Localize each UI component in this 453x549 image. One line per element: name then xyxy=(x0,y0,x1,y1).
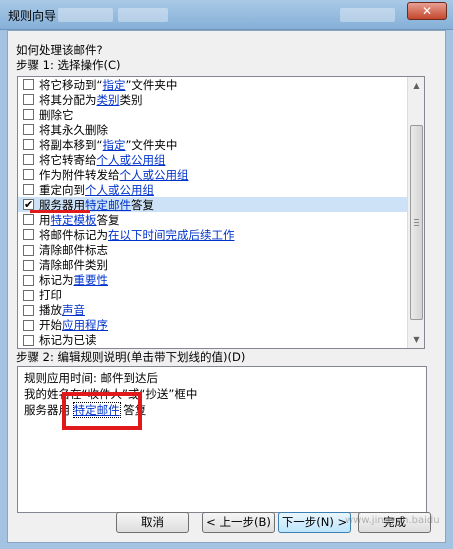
action-text-suffix: ”文件夹中 xyxy=(125,137,178,152)
rule-apply-time: 规则应用时间: 邮件到达后 xyxy=(24,371,159,385)
action-item[interactable]: 将其分配为 类别 类别 xyxy=(18,92,408,107)
action-link[interactable]: 指定 xyxy=(102,77,125,93)
action-text-suffix: 类别 xyxy=(119,92,143,107)
action-text: 标记为已读 xyxy=(39,333,97,348)
action-item[interactable]: 删除它 xyxy=(18,107,408,122)
action-text: 清除邮件标志 xyxy=(39,243,108,258)
scroll-up-icon[interactable]: ▲ xyxy=(408,77,424,94)
action-text: 播放 xyxy=(39,303,62,318)
cancel-button[interactable]: 取消 xyxy=(116,512,189,533)
action-item[interactable]: 将它转寄给 个人或公用组 xyxy=(18,152,408,167)
action-item[interactable]: 将邮件标记为 在以下时间完成后续工作 xyxy=(18,227,408,242)
red-highlight-box xyxy=(62,392,142,430)
action-checkbox[interactable] xyxy=(23,139,34,151)
action-text: 将副本移到“ xyxy=(39,137,103,152)
action-text-suffix: 答复 xyxy=(96,212,120,227)
rule-description-box: 规则应用时间: 邮件到达后 我的姓名在“收件人”或“抄送”框中 服务器用 特定邮… xyxy=(17,366,427,513)
window-frame-right xyxy=(446,30,453,549)
action-item[interactable]: 播放 声音 xyxy=(18,303,408,318)
action-text: 标记为 xyxy=(39,273,74,288)
grip-line xyxy=(414,225,419,226)
action-checkbox[interactable]: ✔ xyxy=(23,199,34,211)
window-title: 规则向导 xyxy=(8,9,57,23)
action-text-suffix: ”文件夹中 xyxy=(125,77,178,92)
action-text: 作为附件转发给 xyxy=(39,167,120,182)
background-title-ghost xyxy=(118,8,168,22)
action-text: 打印 xyxy=(39,288,62,303)
action-item[interactable]: 标记为 重要性 xyxy=(18,273,408,288)
action-item[interactable]: 开始 应用程序 xyxy=(18,318,408,333)
step2-label: 步骤 2: 编辑规则说明(单击带下划线的值)(D) xyxy=(16,350,246,364)
back-button[interactable]: < 上一步(B) xyxy=(202,512,275,533)
action-checkbox[interactable] xyxy=(23,304,34,316)
action-link[interactable]: 个人或公用组 xyxy=(85,182,154,198)
action-link[interactable]: 声音 xyxy=(62,302,85,318)
action-checkbox[interactable] xyxy=(23,319,34,331)
title-bar: 规则向导 ✕ xyxy=(0,0,453,30)
action-checkbox[interactable] xyxy=(23,229,34,241)
action-checkbox[interactable] xyxy=(23,259,34,271)
background-title-ghost xyxy=(58,8,113,22)
action-text-suffix: 答复 xyxy=(131,197,154,212)
window-frame-bottom xyxy=(0,543,453,549)
action-checkbox[interactable] xyxy=(23,109,34,121)
action-link[interactable]: 特定模板 xyxy=(51,212,97,228)
action-item[interactable]: 标记为已读 xyxy=(18,333,408,348)
dialog-body: 如何处理该邮件? 步骤 1: 选择操作(C) 将它移动到“ 指定 ”文件夹中 将其分配… xyxy=(7,30,446,543)
action-item[interactable]: 将副本移到“ 指定 ”文件夹中 xyxy=(18,137,408,152)
action-text: 将其分配为 xyxy=(39,92,97,107)
action-text: 将它转寄给 xyxy=(39,152,97,167)
window-frame-left xyxy=(0,30,7,549)
action-checkbox[interactable] xyxy=(23,169,34,181)
grip-line xyxy=(414,222,419,223)
background-title-ghost xyxy=(340,8,395,22)
action-item[interactable]: 用 特定模板 答复 xyxy=(18,212,408,227)
action-checkbox[interactable] xyxy=(23,289,34,301)
action-checkbox[interactable] xyxy=(23,214,34,226)
action-text: 重定向到 xyxy=(39,182,85,197)
action-link[interactable]: 在以下时间完成后续工作 xyxy=(108,227,235,243)
action-checkbox[interactable] xyxy=(23,184,34,196)
action-text: 用 xyxy=(39,212,51,227)
close-icon: ✕ xyxy=(421,4,433,18)
action-item[interactable]: 清除邮件标志 xyxy=(18,243,408,258)
action-link[interactable]: 特定邮件 xyxy=(85,197,131,213)
action-item[interactable]: 打印 xyxy=(18,288,408,303)
action-checkbox[interactable] xyxy=(23,154,34,166)
action-checkbox[interactable] xyxy=(23,94,34,106)
scroll-down-icon[interactable]: ▼ xyxy=(408,331,424,348)
action-text: 开始 xyxy=(39,318,62,333)
action-text: 将它移动到“ xyxy=(39,77,103,92)
action-text: 将邮件标记为 xyxy=(39,228,108,242)
action-checkbox[interactable] xyxy=(23,334,34,346)
next-button[interactable]: 下一步(N) > xyxy=(278,512,351,533)
step1-label: 步骤 1: 选择操作(C) xyxy=(16,58,121,72)
vertical-scrollbar[interactable]: ▲ ▼ xyxy=(407,77,424,348)
action-item[interactable]: 将它移动到“ 指定 ”文件夹中 xyxy=(18,77,408,92)
action-text: 删除它 xyxy=(39,107,74,122)
red-highlight-underline xyxy=(30,210,90,213)
close-button[interactable]: ✕ xyxy=(407,2,447,20)
action-item[interactable]: 重定向到 个人或公用组 xyxy=(18,182,408,197)
watermark-text: www.jingyan.baidu xyxy=(345,515,440,526)
action-checkbox[interactable] xyxy=(23,244,34,256)
action-checkbox[interactable] xyxy=(23,79,34,91)
action-item[interactable]: 作为附件转发给 个人或公用组 xyxy=(18,167,408,182)
action-item[interactable]: 将其永久删除 xyxy=(18,122,408,137)
grip-line xyxy=(414,219,419,220)
action-link[interactable]: 类别 xyxy=(97,92,120,108)
prompt-label: 如何处理该邮件? xyxy=(16,43,103,57)
action-link[interactable]: 个人或公用组 xyxy=(97,152,166,168)
action-item[interactable]: 清除邮件类别 xyxy=(18,258,408,273)
action-checkbox[interactable] xyxy=(23,274,34,286)
action-link[interactable]: 应用程序 xyxy=(62,317,108,333)
action-text: 将其永久删除 xyxy=(39,122,108,137)
action-link[interactable]: 重要性 xyxy=(74,272,109,288)
action-text: 清除邮件类别 xyxy=(39,258,108,273)
action-checkbox[interactable] xyxy=(23,124,34,136)
action-link[interactable]: 指定 xyxy=(102,137,125,153)
scroll-thumb[interactable] xyxy=(410,125,423,320)
action-link[interactable]: 个人或公用组 xyxy=(120,167,189,183)
